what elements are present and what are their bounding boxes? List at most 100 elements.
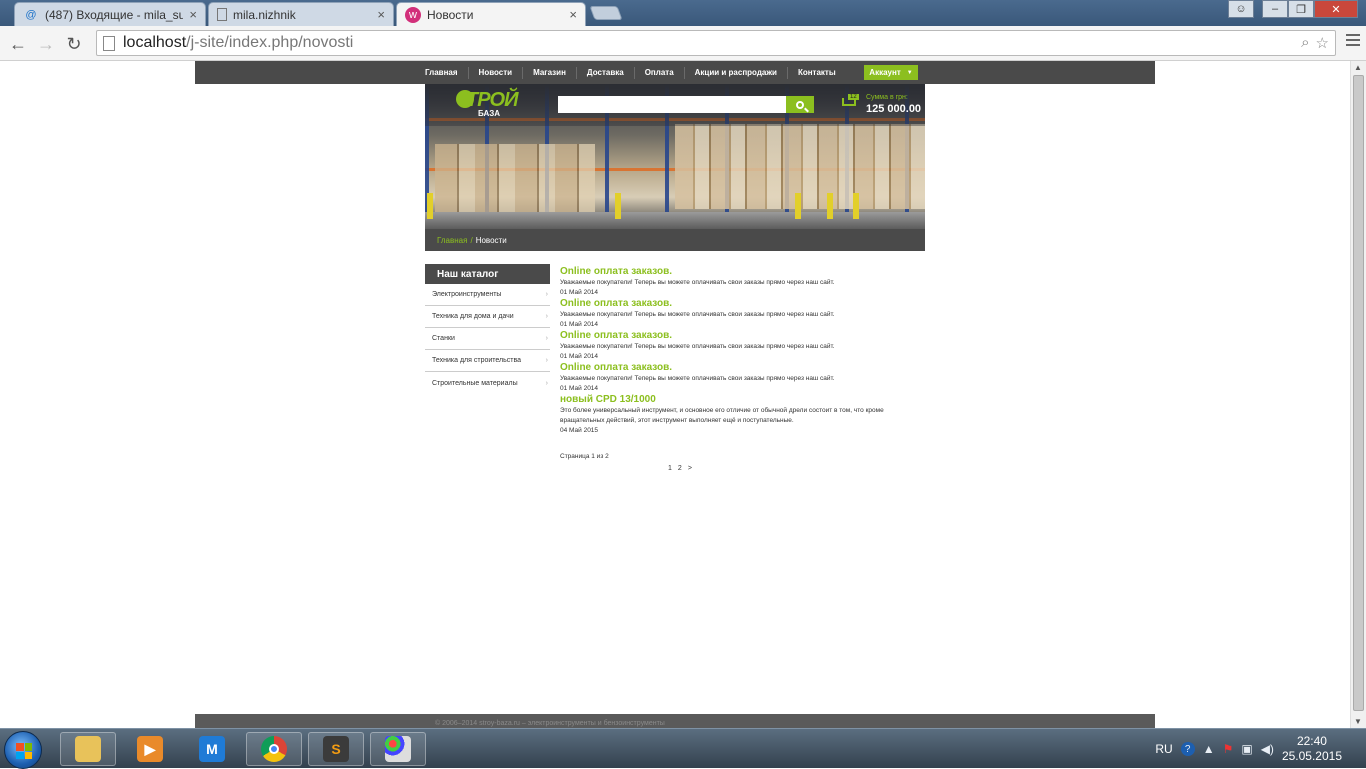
news-title[interactable]: новый CPD 13/1000 [560,393,910,406]
maximize-button[interactable]: ❐ [1288,0,1314,18]
nav-payment[interactable]: Оплата [635,66,685,79]
news-title[interactable]: Online оплата заказов. [560,297,910,310]
nav-shop[interactable]: Магазин [523,66,577,79]
site-topbar: Главная Новости Магазин Доставка Оплата … [195,61,1155,84]
clock[interactable]: 22:40 25.05.2015 [1282,734,1342,764]
breadcrumb: Главная / Новости [425,229,925,251]
address-bar[interactable]: localhost/j-site/index.php/novosti ⌕ ☆ [96,30,1336,56]
page-next[interactable]: > [688,465,692,472]
scroll-up-icon[interactable]: ▲ [1354,63,1362,72]
site-footer: © 2006–2014 stroy-baza.ru – электроинстр… [195,714,1155,728]
tab-inbox[interactable]: @ (487) Входящие - mila_su × [14,2,206,26]
catalog-item[interactable]: Станки › [425,328,550,350]
close-icon[interactable]: × [377,7,385,22]
tab-mila[interactable]: mila.nizhnik × [208,2,394,26]
media-player-icon: ▶ [137,736,163,762]
windows-logo-icon [16,743,32,759]
zoom-icon[interactable]: ⌕ [1301,34,1309,52]
reload-icon[interactable]: ↻ [62,32,86,56]
logo-bottom: БАЗА [478,109,501,118]
show-hidden-icons[interactable]: ▲ [1203,742,1215,756]
start-button[interactable] [4,731,42,769]
new-tab-button[interactable] [589,6,623,20]
taskbar-media-player[interactable]: ▶ [122,732,178,766]
help-icon[interactable]: ? [1180,742,1195,756]
news-text: Уважаемые покупатели! Теперь вы можете о… [560,375,835,382]
account-label: Аккаунт [869,68,901,77]
nav-news[interactable]: Новости [469,66,524,79]
news-date: 01 Май 2014 [560,289,599,296]
site-favicon: w [405,6,421,23]
news-item: новый CPD 13/1000 Это более универсальны… [560,393,910,435]
chevron-right-icon: › [545,313,548,320]
clock-date: 25.05.2015 [1281,749,1342,763]
catalog-item[interactable]: Техника для строительства › [425,350,550,372]
nav-contacts[interactable]: Контакты [788,67,846,79]
news-title[interactable]: Online оплата заказов. [560,361,910,374]
breadcrumb-separator: / [470,235,473,245]
scroll-thumb[interactable] [1353,75,1364,711]
browser-titlebar: @ (487) Входящие - mila_su × mila.nizhni… [0,0,1366,26]
account-button[interactable]: Аккаунт ▼ [864,65,918,80]
breadcrumb-home[interactable]: Главная [437,236,467,245]
system-tray: RU ? ▲ ⚑ ▣ ◀) 22:40 25.05.2015 [1155,729,1366,769]
nav-sales[interactable]: Акции и распродажи [685,66,788,79]
cart-icon[interactable]: 12 [840,94,859,110]
logo-top: ТРОЙ [466,89,518,111]
close-icon[interactable]: × [189,7,197,22]
pagination: 1 2 > [668,465,692,472]
news-date: 01 Май 2014 [560,353,599,360]
footer-text: © 2006–2014 stroy-baza.ru – электроинстр… [435,720,665,727]
chrome-icon [261,736,287,762]
chevron-right-icon: › [545,335,548,342]
catalog-item[interactable]: Строительные материалы › [425,372,550,394]
news-title[interactable]: Online оплата заказов. [560,265,910,278]
taskbar: ▶ M S RU ? ▲ ⚑ ▣ ◀) 22:40 25.05.2015 [0,728,1366,769]
nav-delivery[interactable]: Доставка [577,66,635,79]
tab-label: Новости [427,7,474,22]
chevron-right-icon: › [545,291,548,298]
close-window-button[interactable]: ✕ [1314,0,1358,18]
close-icon[interactable]: × [569,7,577,22]
news-text: Это более универсальный инструмент, и ос… [560,407,884,424]
taskbar-explorer[interactable] [60,732,116,766]
nav-home[interactable]: Главная [425,66,469,79]
catalog-item[interactable]: Техника для дома и дачи › [425,306,550,328]
tab-novosti[interactable]: w Новости × [396,2,586,26]
taskbar-maxthon[interactable]: M [184,732,240,766]
language-indicator[interactable]: RU [1155,742,1172,756]
cart-sum: 125 000.00 [866,103,922,115]
scroll-down-icon[interactable]: ▼ [1354,717,1362,726]
chrome-menu-icon[interactable] [1346,34,1360,46]
search-button[interactable] [786,96,814,113]
volume-icon[interactable]: ◀) [1261,742,1274,756]
network-icon[interactable]: ▣ [1241,742,1252,756]
forward-arrow-icon[interactable]: → [34,32,58,56]
cart-label: Сумма в грн: [866,94,908,101]
taskbar-paint[interactable] [370,732,426,766]
page-scrollbar[interactable]: ▲ ▼ [1350,61,1366,728]
maxthon-icon: M [199,736,225,762]
main-nav: Главная Новости Магазин Доставка Оплата … [425,61,846,84]
site-logo[interactable]: ТРОЙ БАЗА [456,89,518,118]
back-arrow-icon[interactable]: ← [6,32,30,56]
news-text: Уважаемые покупатели! Теперь вы можете о… [560,343,835,350]
news-text: Уважаемые покупатели! Теперь вы можете о… [560,279,835,286]
search-input[interactable] [558,96,786,113]
minimize-button[interactable]: – [1262,0,1288,18]
catalog-item-label: Строительные материалы [432,379,518,387]
breadcrumb-current: Новости [475,235,507,245]
action-center-icon[interactable]: ⚑ [1223,742,1234,756]
catalog-title: Наш каталог [425,264,550,284]
taskbar-chrome[interactable] [246,732,302,766]
catalog-item[interactable]: Электроинструменты › [425,284,550,306]
page-icon [103,35,115,51]
page-link-1[interactable]: 1 [668,465,672,472]
tab-label: mila.nizhnik [233,7,296,22]
user-icon[interactable]: ☺ [1228,0,1254,18]
url-host: localhost [123,34,187,51]
taskbar-sublime[interactable]: S [308,732,364,766]
news-title[interactable]: Online оплата заказов. [560,329,910,342]
bookmark-star-icon[interactable]: ☆ [1316,34,1329,52]
page-link-2[interactable]: 2 [678,465,682,472]
